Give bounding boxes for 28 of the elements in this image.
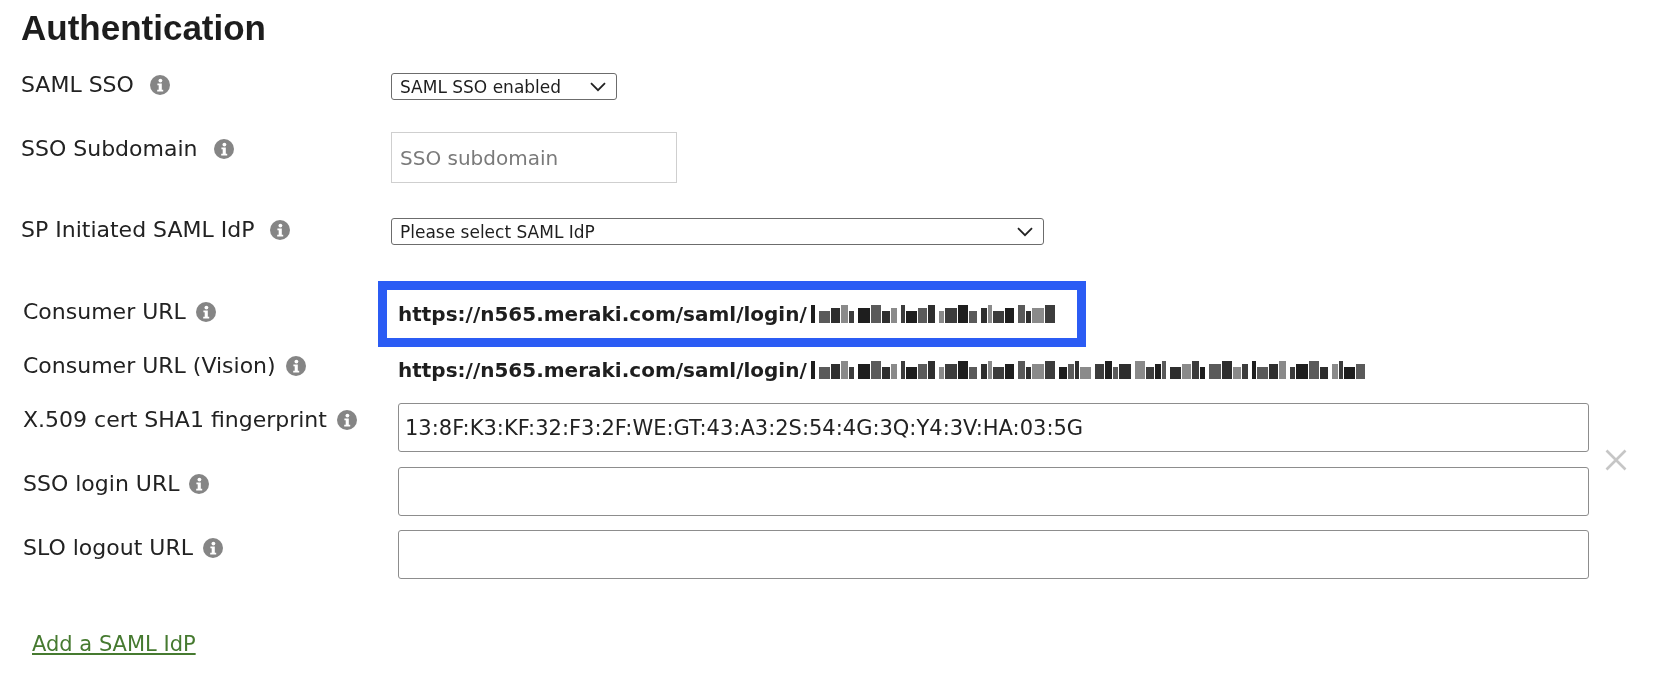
field-label: SSO Subdomain bbox=[21, 135, 198, 163]
info-icon[interactable] bbox=[189, 474, 210, 494]
text-input-field[interactable] bbox=[398, 530, 1589, 579]
info-icon[interactable] bbox=[336, 410, 357, 430]
info-icon[interactable] bbox=[213, 139, 234, 159]
text-input-field[interactable] bbox=[398, 467, 1589, 516]
url-text: https://n565.meraki.com/saml/login/ bbox=[398, 301, 807, 328]
caret-icon bbox=[1017, 226, 1033, 237]
field-label: SSO login URL bbox=[23, 470, 180, 498]
add-idp-link[interactable]: Add a SAML IdP bbox=[32, 629, 196, 659]
dropdown[interactable]: Please select SAML IdP bbox=[391, 218, 1044, 245]
field-label: X.509 cert SHA1 fingerprint bbox=[23, 406, 327, 434]
text-input-field[interactable]: 13:8F:K3:KF:32:F3:2F:WE:GT:43:A3:2S:54:4G:3Q:Y4:3V:HA:03:5G bbox=[398, 403, 1589, 452]
field-label: SAML SSO bbox=[21, 71, 134, 99]
info-icon[interactable] bbox=[285, 356, 306, 376]
text-input-field[interactable]: SSO subdomain bbox=[391, 132, 677, 183]
field-label: Consumer URL (Vision) bbox=[23, 352, 276, 380]
info-icon[interactable] bbox=[202, 538, 223, 558]
field-label: SP Initiated SAML IdP bbox=[21, 216, 255, 244]
url-text: https://n565.meraki.com/saml/login/ bbox=[398, 357, 807, 384]
info-icon[interactable] bbox=[149, 75, 170, 95]
caret-icon bbox=[590, 81, 606, 92]
section-heading: Authentication bbox=[21, 7, 267, 45]
field-label: SLO logout URL bbox=[23, 534, 193, 562]
dropdown[interactable]: SAML SSO enabled bbox=[391, 73, 617, 100]
info-icon[interactable] bbox=[195, 302, 216, 322]
info-icon[interactable] bbox=[270, 220, 291, 240]
field-label: Consumer URL bbox=[23, 298, 186, 326]
